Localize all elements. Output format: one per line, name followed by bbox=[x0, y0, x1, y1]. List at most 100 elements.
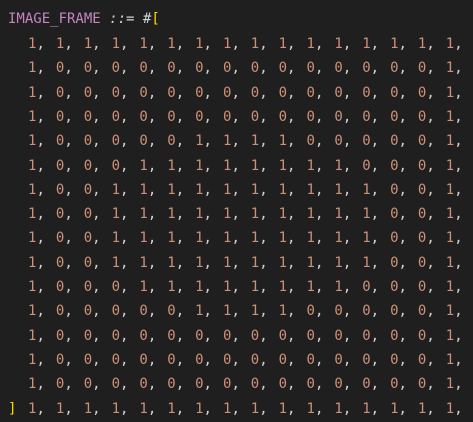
code-editor[interactable]: IMAGE_FRAME ::= #[ 1, 1, 1, 1, 1, 1, 1, 1, 1, 1, 1… bbox=[0, 0, 473, 422]
matrix-cell: 1, bbox=[112, 397, 129, 421]
comma-separator: , bbox=[175, 376, 185, 393]
cell-value: 0 bbox=[167, 133, 176, 150]
comma-separator: , bbox=[120, 303, 129, 320]
comma-separator: , bbox=[426, 279, 435, 295]
cell-value: 0 bbox=[362, 303, 371, 320]
matrix-cell: 1, bbox=[390, 397, 407, 421]
comma-separator: , bbox=[231, 36, 240, 52]
matrix-cell: 0, bbox=[418, 129, 435, 153]
cell-value: 1 bbox=[139, 279, 148, 295]
comma-separator: , bbox=[64, 327, 73, 344]
matrix-cell: 1, bbox=[334, 32, 351, 56]
matrix-cell: 1, bbox=[223, 202, 240, 226]
matrix-cell: 0, bbox=[112, 81, 129, 105]
matrix-cell: 0, bbox=[390, 81, 407, 105]
matrix-cell: 0, bbox=[112, 129, 129, 153]
matrix-cell: 1, bbox=[28, 275, 45, 299]
comma-separator: , bbox=[398, 327, 407, 344]
cell-value: 0 bbox=[195, 84, 204, 101]
comma-separator: , bbox=[454, 84, 463, 101]
comma-separator: , bbox=[92, 327, 101, 344]
comma-separator: , bbox=[259, 206, 268, 223]
cell-value: 1 bbox=[445, 157, 455, 174]
comma-separator: , bbox=[370, 108, 380, 125]
comma-separator: , bbox=[314, 279, 324, 295]
cell-value: 0 bbox=[390, 351, 399, 368]
comma-separator: , bbox=[64, 230, 73, 247]
comma-separator: , bbox=[342, 376, 352, 393]
comma-separator: , bbox=[36, 303, 45, 320]
matrix-cell: 1, bbox=[139, 32, 156, 56]
matrix-cell: 0, bbox=[279, 105, 296, 129]
matrix-cell: 0, bbox=[56, 251, 73, 275]
comma-separator: , bbox=[259, 108, 268, 125]
matrix-cell: 1, bbox=[167, 202, 184, 226]
matrix-cell: 1, bbox=[139, 202, 156, 226]
matrix-cell: 0, bbox=[112, 154, 129, 178]
cell-value: 0 bbox=[278, 60, 288, 77]
cell-value: 0 bbox=[278, 108, 288, 125]
comma-separator: , bbox=[36, 133, 45, 150]
matrix-cell: 0, bbox=[139, 372, 156, 396]
matrix-cell: 1, bbox=[446, 226, 463, 250]
comma-separator: , bbox=[92, 400, 101, 417]
matrix-cell: 0, bbox=[139, 324, 156, 348]
comma-separator: , bbox=[259, 254, 268, 271]
matrix-cell: 0, bbox=[56, 348, 73, 372]
comma-separator: , bbox=[370, 376, 380, 393]
cell-value: 1 bbox=[362, 254, 371, 271]
comma-separator: , bbox=[287, 230, 296, 247]
matrix-cell: 1, bbox=[223, 178, 240, 202]
matrix-cell: 1, bbox=[334, 251, 351, 275]
comma-separator: , bbox=[426, 36, 435, 52]
comma-separator: , bbox=[398, 181, 407, 198]
cell-value: 0 bbox=[390, 133, 399, 150]
matrix-cell: 1, bbox=[167, 178, 184, 202]
cell-value: 0 bbox=[334, 303, 343, 320]
matrix-cell: 0, bbox=[84, 251, 101, 275]
cell-value: 1 bbox=[167, 254, 176, 271]
cell-value: 0 bbox=[83, 376, 93, 393]
matrix-cell: 0, bbox=[139, 105, 156, 129]
comma-separator: , bbox=[398, 84, 407, 101]
matrix-cell: 0, bbox=[307, 56, 324, 80]
matrix-cell: 0, bbox=[334, 348, 351, 372]
matrix-cell: 0, bbox=[334, 299, 351, 323]
comma-separator: , bbox=[120, 108, 129, 125]
cell-value: 1 bbox=[250, 230, 260, 247]
comma-separator: , bbox=[314, 254, 324, 271]
matrix-cell: 1, bbox=[139, 154, 156, 178]
comma-separator: , bbox=[398, 351, 407, 368]
matrix-cell: 1, bbox=[446, 324, 463, 348]
cell-value: 0 bbox=[334, 108, 343, 125]
matrix-cell: 1, bbox=[446, 56, 463, 80]
comma-separator: , bbox=[64, 206, 73, 223]
comma-separator: , bbox=[175, 84, 185, 101]
cell-value: 0 bbox=[111, 133, 121, 150]
matrix-cell: 0, bbox=[390, 105, 407, 129]
comma-separator: , bbox=[92, 279, 101, 295]
cell-value: 0 bbox=[111, 327, 121, 344]
comma-separator: , bbox=[175, 157, 185, 174]
cell-value: 0 bbox=[390, 157, 399, 174]
comma-separator: , bbox=[314, 230, 324, 247]
comma-separator: , bbox=[259, 181, 268, 198]
matrix-cell: 1, bbox=[223, 129, 240, 153]
cell-value: 1 bbox=[306, 230, 315, 247]
matrix-cell: 1, bbox=[195, 299, 212, 323]
cell-value: 0 bbox=[195, 327, 204, 344]
comma-separator: , bbox=[398, 400, 407, 417]
comma-separator: , bbox=[314, 351, 324, 368]
matrix-cell: 1, bbox=[279, 299, 296, 323]
matrix-cell: 1, bbox=[307, 178, 324, 202]
comma-separator: , bbox=[370, 327, 380, 344]
matrix-cell: 0, bbox=[362, 81, 379, 105]
matrix-cell: 0, bbox=[390, 226, 407, 250]
cell-value: 0 bbox=[278, 84, 288, 101]
comma-separator: , bbox=[231, 230, 240, 247]
comma-separator: , bbox=[147, 279, 157, 295]
cell-value: 0 bbox=[83, 254, 93, 271]
matrix-cell: 0, bbox=[223, 348, 240, 372]
cell-value: 0 bbox=[334, 60, 343, 77]
cell-value: 0 bbox=[362, 351, 371, 368]
